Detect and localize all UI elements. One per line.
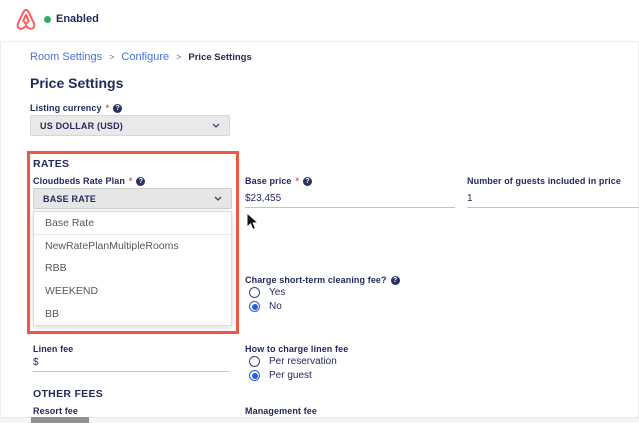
- chevron-down-icon: [212, 123, 220, 128]
- dropdown-option-base-rate[interactable]: Base Rate: [34, 212, 231, 235]
- linen-fee-charge-label: How to charge linen fee: [245, 344, 348, 354]
- mouse-cursor-icon: [246, 212, 259, 231]
- per-guest-label: Per guest: [269, 370, 312, 381]
- listing-currency-label: Listing currency: [30, 103, 102, 113]
- radio-unselected-icon[interactable]: [249, 356, 260, 367]
- breadcrumb-price-settings: Price Settings: [188, 52, 251, 63]
- cleaning-fee-option-yes[interactable]: Yes: [249, 287, 285, 298]
- management-fee-label-row: Management fee: [245, 406, 317, 416]
- linen-charge-option-per-guest[interactable]: Per guest: [249, 370, 337, 381]
- required-marker: *: [129, 176, 133, 186]
- cleaning-fee-label-row: Charge short-term cleaning fee? ?: [245, 275, 400, 285]
- dropdown-option-weekend[interactable]: WEEKEND: [34, 280, 231, 303]
- guests-included-underline: [467, 207, 639, 208]
- airbnb-logo-icon: [12, 5, 40, 33]
- linen-charge-option-per-reservation[interactable]: Per reservation: [249, 356, 337, 367]
- breadcrumb-separator: >: [109, 52, 114, 62]
- linen-fee-charge-radio-group: Per reservation Per guest: [249, 356, 337, 381]
- management-fee-label: Management fee: [245, 406, 317, 416]
- viewport-cutoff-strip: [0, 417, 639, 423]
- help-icon[interactable]: ?: [391, 276, 400, 285]
- listing-currency-select[interactable]: US DOLLAR (USD): [30, 115, 230, 136]
- status-enabled-dot-icon: [44, 16, 51, 23]
- cleaning-fee-option-no[interactable]: No: [249, 301, 285, 312]
- rates-section-title: RATES: [33, 158, 69, 170]
- app-header: Enabled: [0, 0, 639, 42]
- help-icon[interactable]: ?: [136, 177, 145, 186]
- breadcrumb-separator: >: [176, 52, 181, 62]
- rate-plan-select[interactable]: BASE RATE: [33, 188, 232, 209]
- linen-fee-charge-label-row: How to charge linen fee: [245, 344, 348, 354]
- price-settings-page: Enabled Room Settings > Configure > Pric…: [0, 0, 639, 423]
- rate-plan-value: BASE RATE: [43, 194, 96, 204]
- breadcrumb-configure[interactable]: Configure: [121, 51, 169, 63]
- resort-fee-label-row: Resort fee: [33, 406, 78, 416]
- listing-currency-label-row: Listing currency * ?: [30, 103, 122, 113]
- help-icon[interactable]: ?: [113, 104, 122, 113]
- help-icon[interactable]: ?: [303, 177, 312, 186]
- base-price-underline: [245, 207, 455, 208]
- rate-plan-label: Cloudbeds Rate Plan: [33, 176, 125, 186]
- linen-fee-label: Linen fee: [33, 344, 73, 354]
- rate-plan-dropdown: Base Rate NewRatePlanMultipleRooms RBB W…: [33, 211, 232, 326]
- base-price-label: Base price: [245, 176, 292, 186]
- linen-fee-label-row: Linen fee: [33, 344, 73, 354]
- dropdown-option-rbb[interactable]: RBB: [34, 257, 231, 280]
- guests-included-label: Number of guests included in price: [467, 176, 621, 186]
- radio-unselected-icon[interactable]: [249, 287, 260, 298]
- base-price-input[interactable]: $23,455: [245, 193, 281, 204]
- breadcrumb: Room Settings > Configure > Price Settin…: [30, 51, 252, 63]
- status-enabled-label: Enabled: [56, 13, 99, 25]
- breadcrumb-room-settings[interactable]: Room Settings: [30, 51, 102, 63]
- cleaning-fee-no-label: No: [269, 301, 282, 312]
- guests-included-input[interactable]: 1: [467, 193, 473, 204]
- dropdown-option-bb[interactable]: BB: [34, 302, 231, 325]
- resort-fee-input-cutoff[interactable]: [31, 417, 89, 423]
- cleaning-fee-label: Charge short-term cleaning fee?: [245, 275, 387, 285]
- per-reservation-label: Per reservation: [269, 356, 337, 367]
- base-price-label-row: Base price * ?: [245, 176, 312, 186]
- rate-plan-label-row: Cloudbeds Rate Plan * ?: [33, 176, 145, 186]
- required-marker: *: [296, 176, 300, 186]
- cleaning-fee-yes-label: Yes: [269, 287, 285, 298]
- listing-currency-value: US DOLLAR (USD): [40, 121, 123, 131]
- chevron-down-icon: [214, 196, 222, 201]
- dropdown-option-newrateplanmultiplerooms[interactable]: NewRatePlanMultipleRooms: [34, 235, 231, 258]
- cleaning-fee-radio-group: Yes No: [249, 287, 285, 312]
- guests-included-label-row: Number of guests included in price: [467, 176, 621, 186]
- linen-fee-underline: [33, 371, 229, 372]
- linen-fee-input[interactable]: $: [33, 357, 39, 368]
- resort-fee-label: Resort fee: [33, 406, 78, 416]
- other-fees-section-title: OTHER FEES: [33, 388, 103, 400]
- radio-selected-icon[interactable]: [249, 370, 260, 381]
- page-title: Price Settings: [30, 75, 123, 91]
- radio-selected-icon[interactable]: [249, 301, 260, 312]
- required-marker: *: [106, 103, 110, 113]
